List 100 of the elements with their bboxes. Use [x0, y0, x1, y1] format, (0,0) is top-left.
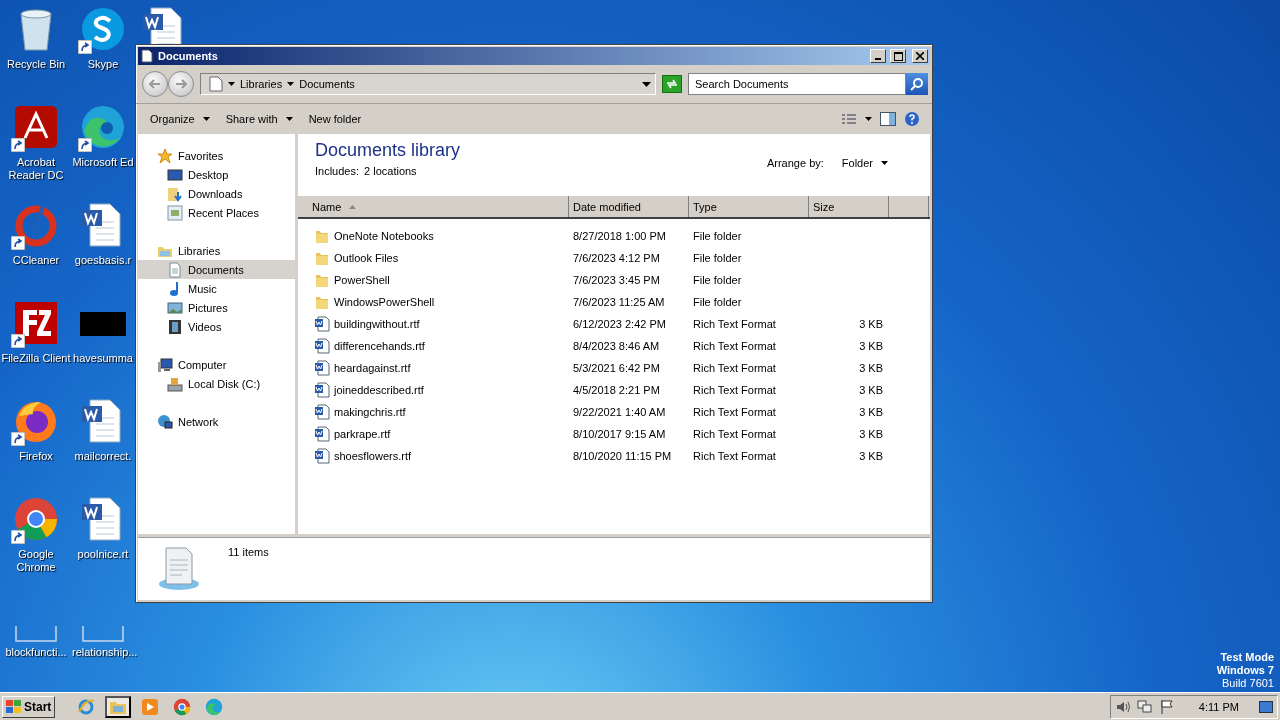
desktop-icon-label[interactable]: Google Chrome: [1, 548, 71, 574]
show-desktop-icon[interactable]: [1259, 699, 1273, 714]
chrome-logo-icon: [13, 496, 59, 542]
nav-item[interactable]: Libraries: [138, 241, 295, 260]
nav-item[interactable]: Pictures: [138, 298, 295, 317]
word-document-icon: [314, 316, 330, 332]
toolbar-button[interactable]: Share with: [219, 111, 299, 127]
table-cell-text: 4/5/2018 2:21 PM: [572, 384, 661, 396]
file-name[interactable]: heardagainst.rtf: [298, 360, 569, 376]
details-view-icon: [841, 113, 857, 125]
file-name[interactable]: shoesflowers.rtf: [298, 448, 569, 464]
arrange-by-dropdown[interactable]: Folder: [835, 155, 894, 171]
view-dropdown-button[interactable]: [863, 115, 874, 123]
column-header[interactable]: Date modified: [569, 196, 689, 217]
help-button[interactable]: [902, 109, 922, 129]
library-title: Documents library: [315, 140, 461, 161]
download-folder-icon: [167, 185, 183, 202]
nav-item[interactable]: Computer: [138, 355, 295, 374]
minimize-button[interactable]: [870, 49, 886, 63]
nav-item[interactable]: Desktop: [138, 165, 295, 184]
desktop-icon-label[interactable]: CCleaner: [12, 254, 60, 267]
toolbar-button[interactable]: Organize: [144, 111, 216, 127]
nav-item[interactable]: Documents: [138, 260, 295, 279]
search-field[interactable]: Search Documents: [688, 73, 906, 95]
file-name[interactable]: PowerShell: [298, 272, 569, 288]
desktop-icon-label[interactable]: mailcorrect.: [74, 450, 132, 463]
file-name[interactable]: makingchris.rtf: [298, 404, 569, 420]
table-cell-text: 3 KB: [858, 384, 884, 396]
dropdown-caret-icon[interactable]: [642, 81, 651, 87]
folder-icon: [314, 272, 330, 288]
filezilla-logo-icon: [13, 300, 59, 346]
word-document-icon: [314, 338, 330, 354]
nav-item[interactable]: Videos: [138, 317, 295, 336]
os-notice-text: Windows 7: [1216, 664, 1274, 677]
folder-icon: [314, 228, 330, 244]
maximize-button[interactable]: [890, 49, 906, 63]
close-button[interactable]: [912, 49, 928, 63]
skype-logo-icon: [80, 6, 126, 52]
table-cell-text: Rich Text Format: [692, 450, 777, 462]
desktop-icon-label[interactable]: goesbasis.r: [74, 254, 132, 267]
column-header[interactable]: Size: [809, 196, 889, 217]
locations-link[interactable]: 2 locations: [364, 165, 417, 177]
document-icon: [167, 261, 183, 278]
column-header[interactable]: Type: [689, 196, 809, 217]
address-bar[interactable]: Libraries Documents: [200, 73, 656, 95]
taskbar-app-button[interactable]: [105, 695, 132, 718]
nav-item[interactable]: Music: [138, 279, 295, 298]
file-name[interactable]: WindowsPowerShell: [298, 294, 569, 310]
desktop-icon-label[interactable]: FileZilla Client: [1, 352, 71, 365]
desktop-icon-label[interactable]: Acrobat Reader DC: [1, 156, 71, 182]
network-icon[interactable]: [1136, 698, 1153, 715]
item-count: 11 items: [228, 546, 269, 560]
toolbar-button[interactable]: New folder: [302, 111, 368, 127]
column-header[interactable]: Name: [298, 196, 569, 217]
desktop-icon-label[interactable]: poolnice.rt: [77, 548, 129, 561]
table-cell-text: File folder: [692, 252, 743, 264]
desktop-icon-label[interactable]: Microsoft Ed: [72, 156, 134, 169]
desktop-icon-label[interactable]: havesumma: [73, 352, 133, 365]
monitor-icon: [167, 166, 183, 183]
file-name[interactable]: joineddescribed.rtf: [298, 382, 569, 398]
caret-icon: [202, 117, 210, 121]
breadcrumb-item[interactable]: Libraries: [240, 78, 283, 90]
document-icon: [209, 76, 223, 92]
nav-item[interactable]: Recent Places: [138, 203, 295, 222]
nav-item[interactable]: Network: [138, 412, 295, 431]
desktop-icon-label[interactable]: Skype: [87, 58, 119, 71]
desktop-icon-label[interactable]: Firefox: [19, 450, 53, 463]
desktop-icon-label[interactable]: Recycle Bin: [6, 58, 66, 71]
forward-arrow-icon: [175, 79, 187, 89]
refresh-button[interactable]: [662, 75, 682, 93]
table-cell-text: 9/22/2021 1:40 AM: [572, 406, 667, 418]
refresh-arrows-icon: [666, 79, 678, 89]
file-name[interactable]: parkrape.rtf: [298, 426, 569, 442]
flag-icon[interactable]: [1158, 698, 1175, 715]
clock[interactable]: 4:11 PM: [1198, 700, 1239, 713]
back-button[interactable]: [142, 71, 168, 97]
forward-button[interactable]: [168, 71, 194, 97]
caret-icon: [881, 161, 888, 165]
nav-item[interactable]: Local Disk (C:): [138, 374, 295, 393]
file-name[interactable]: buildingwithout.rtf: [298, 316, 569, 332]
search-button[interactable]: [906, 73, 928, 95]
file-name[interactable]: Outlook Files: [298, 250, 569, 266]
file-name[interactable]: differencehands.rtf: [298, 338, 569, 354]
star-icon: [157, 147, 173, 164]
table-cell-text: 8/10/2017 9:15 AM: [572, 428, 667, 440]
file-name[interactable]: OneNote Notebooks: [298, 228, 569, 244]
folder-icon: [314, 250, 330, 266]
nav-item[interactable]: Favorites: [138, 146, 295, 165]
caret-icon: [228, 81, 235, 87]
nav-item[interactable]: Downloads: [138, 184, 295, 203]
arrange-by-label: Arrange by:: [766, 157, 824, 169]
start-button[interactable]: Start: [2, 695, 56, 718]
preview-pane-button[interactable]: [878, 110, 898, 128]
table-cell-text: 8/10/2020 11:15 PM: [572, 450, 673, 462]
search-icon: [910, 77, 924, 91]
desktop-icon-label[interactable]: blockfuncti...: [5, 646, 67, 659]
media-player-icon: [141, 697, 160, 716]
table-cell-text: Rich Text Format: [692, 340, 777, 352]
breadcrumb-item[interactable]: Documents: [299, 78, 355, 90]
help-icon: [904, 111, 920, 127]
